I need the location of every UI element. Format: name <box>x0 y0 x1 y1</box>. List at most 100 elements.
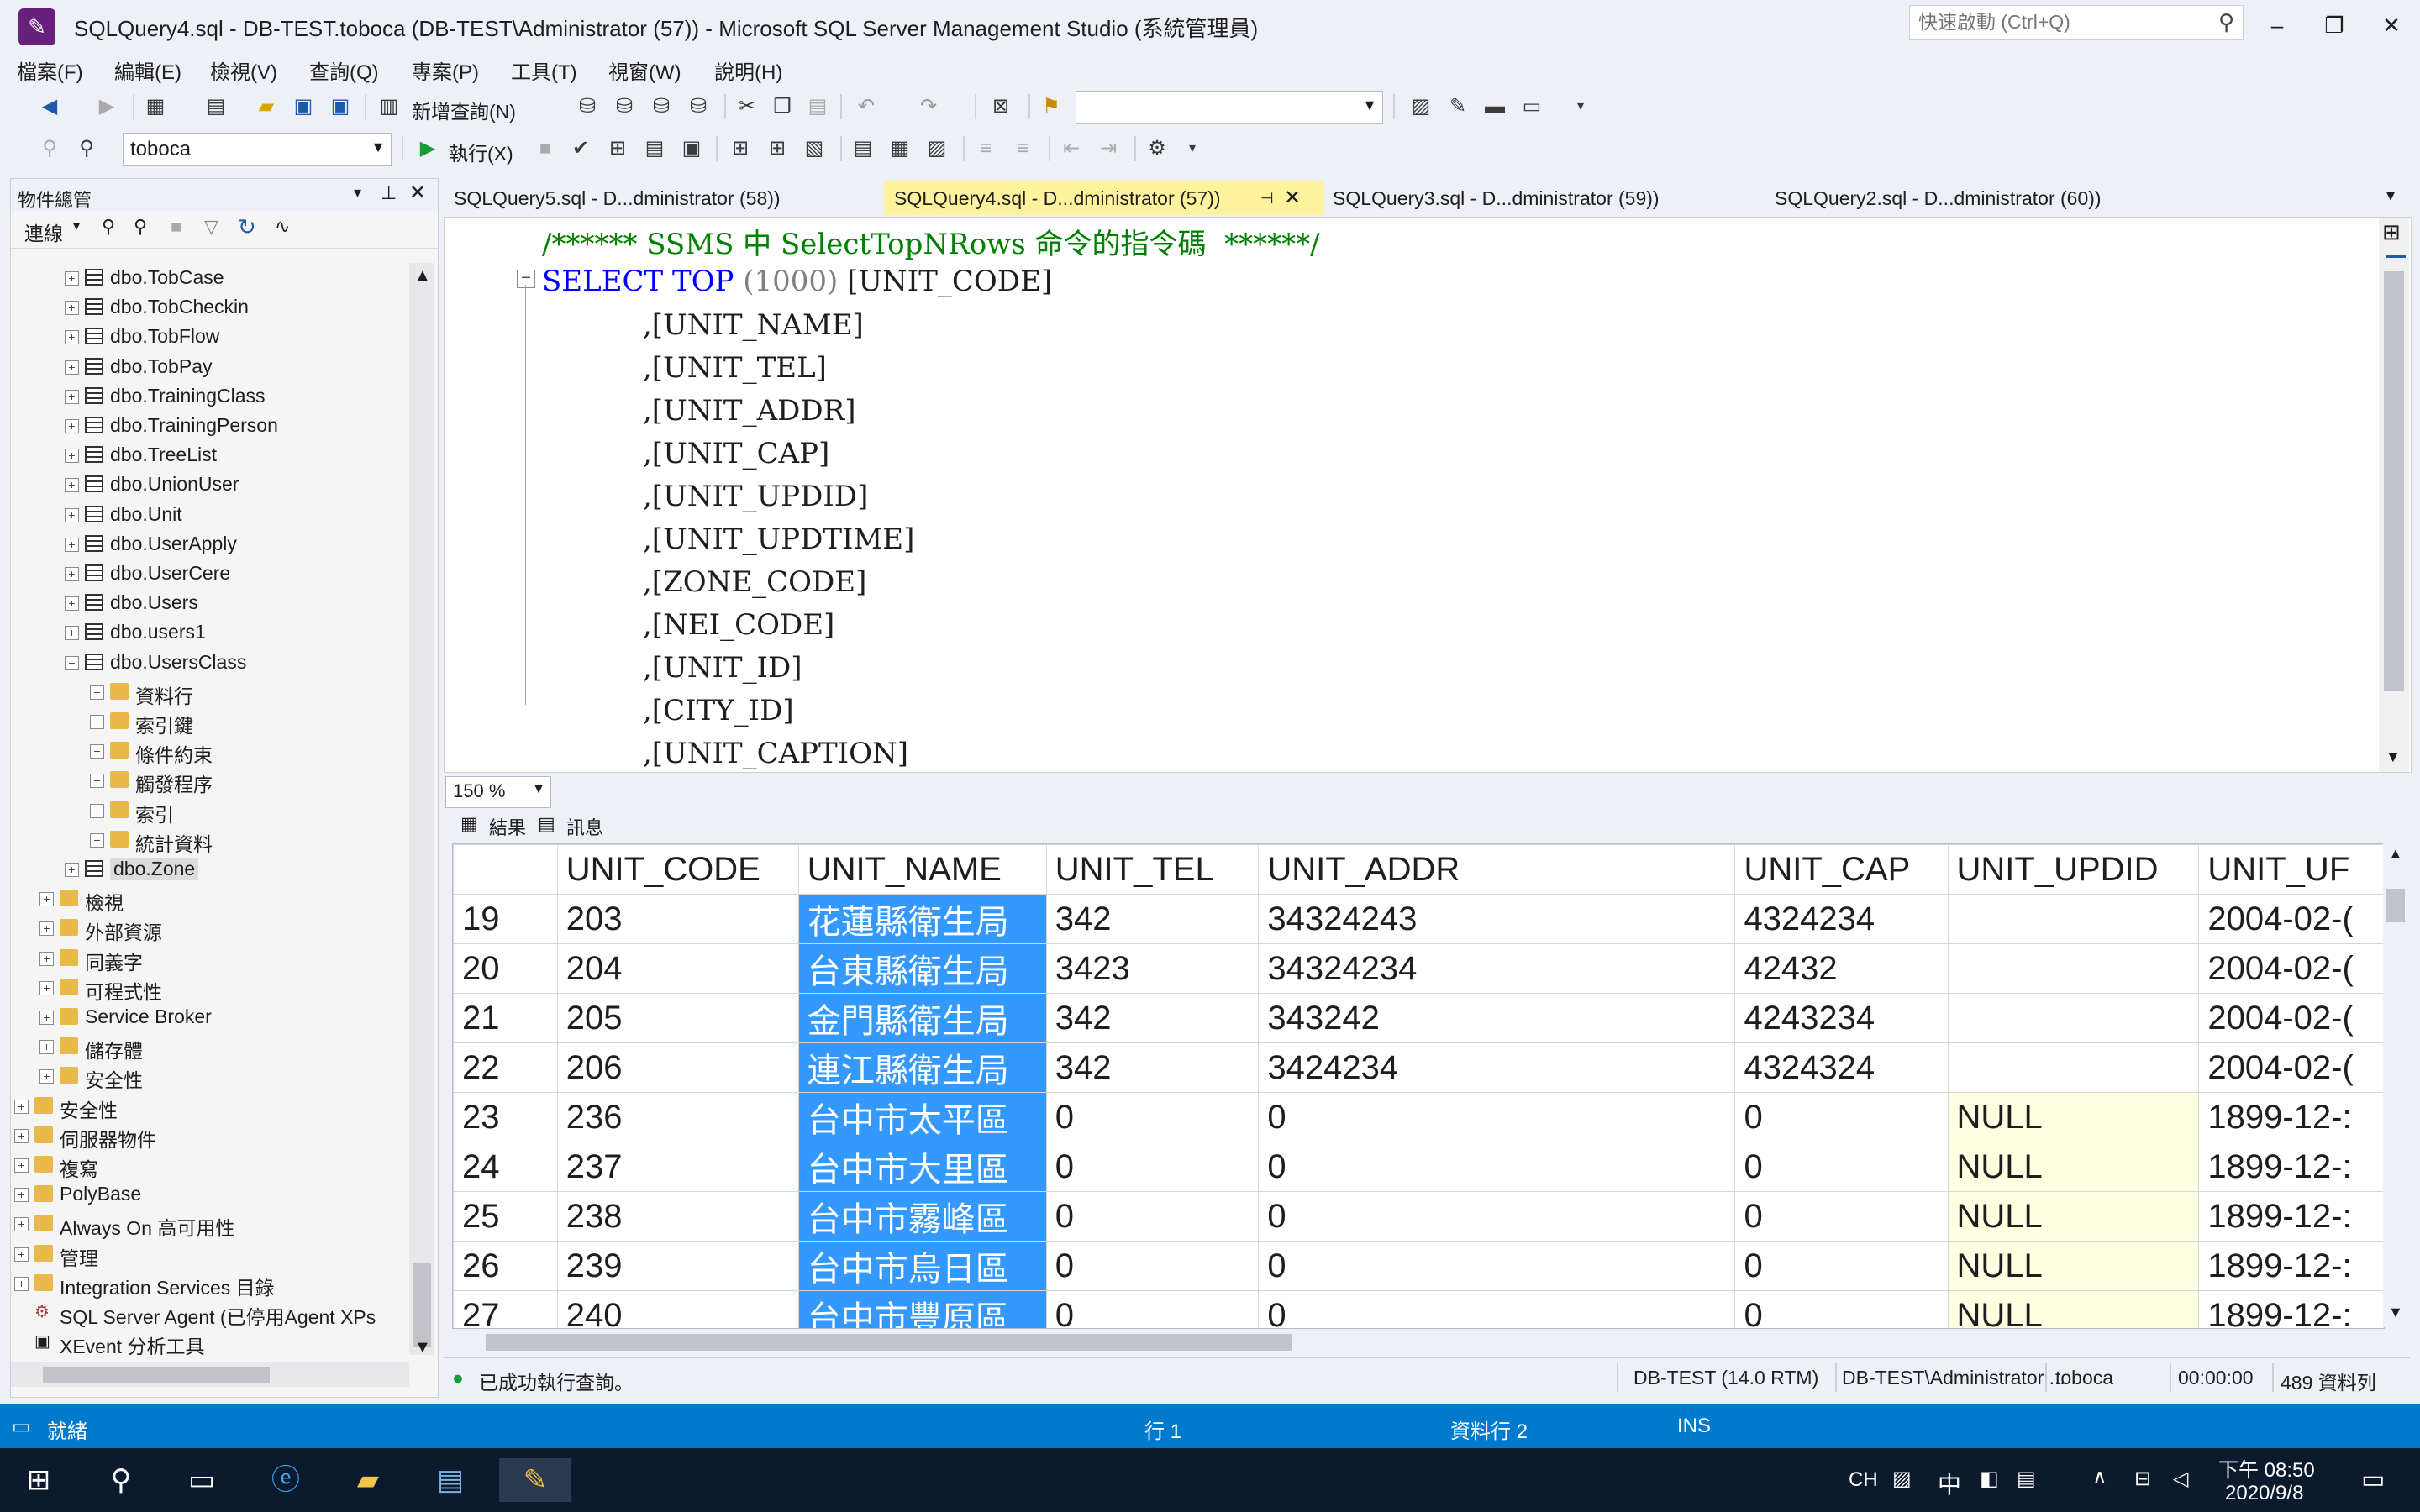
column-header[interactable]: UNIT_UF <box>2198 844 2384 895</box>
table-cell[interactable]: 342 <box>1045 1042 1260 1093</box>
table-cell[interactable]: 204 <box>556 943 799 994</box>
row-number[interactable]: 23 <box>453 1092 558 1142</box>
table-cell[interactable]: 0 <box>1258 1191 1736 1242</box>
input-language[interactable]: CH <box>1849 1468 1878 1492</box>
client-statistics-icon[interactable]: ▧ <box>802 136 827 161</box>
table-cell[interactable]: 3423 <box>1045 943 1260 994</box>
expand-icon[interactable]: + <box>65 567 79 581</box>
start-icon[interactable]: ⊞ <box>17 1458 60 1502</box>
table-cell[interactable]: 1899-12-: <box>2198 1241 2384 1291</box>
tree-item[interactable]: + 安全性 <box>11 1061 408 1091</box>
tab-results[interactable]: 結果 <box>489 813 526 840</box>
table-cell[interactable]: 34324243 <box>1258 894 1736 944</box>
task-view-icon[interactable]: ▭ <box>180 1458 224 1502</box>
table-cell[interactable]: 236 <box>556 1092 799 1142</box>
tree-item[interactable]: + 儲存體 <box>11 1032 408 1062</box>
save-all-icon[interactable]: ▣ <box>328 94 353 119</box>
notification-icon[interactable]: ▭ <box>2361 1465 2385 1494</box>
table-cell[interactable]: 42432 <box>1734 943 1949 994</box>
editor-vscroll-thumb[interactable] <box>2384 271 2404 691</box>
expand-icon[interactable]: + <box>65 626 79 641</box>
tree-item[interactable]: + dbo.TobFlow <box>11 322 408 351</box>
table-cell[interactable] <box>1947 943 2200 994</box>
table-cell[interactable]: 0 <box>1734 1191 1949 1242</box>
scroll-up-icon[interactable]: ▲ <box>2388 845 2403 863</box>
tree-item[interactable]: + Service Broker <box>11 1002 408 1032</box>
pin-icon[interactable]: ⊥ <box>381 182 397 204</box>
minimize-button[interactable]: ‒ <box>2254 7 2301 44</box>
results-to-text-icon[interactable]: ▤ <box>850 136 876 161</box>
find-combo[interactable]: ▼ <box>1076 91 1383 124</box>
table-cell[interactable]: 34324234 <box>1258 943 1736 994</box>
copy-icon[interactable]: ❐ <box>770 94 795 119</box>
tab-sqlquery2[interactable]: SQLQuery2.sql - D...dministrator (60)) <box>1765 181 2112 215</box>
tree-item[interactable]: + dbo.Users <box>11 588 408 617</box>
close-window-button[interactable]: ✕ <box>2368 7 2415 44</box>
tree-item[interactable]: + dbo.TobCase <box>11 263 408 292</box>
table-cell[interactable]: 4324324 <box>1734 1042 1949 1093</box>
expand-icon[interactable]: + <box>65 301 79 316</box>
table-cell[interactable]: 0 <box>1045 1241 1260 1291</box>
scroll-up-icon[interactable]: ▲ <box>414 266 431 286</box>
row-number[interactable]: 20 <box>453 943 558 994</box>
tree-item[interactable]: + 同義字 <box>11 943 408 974</box>
network-icon[interactable]: ⊟ <box>2134 1467 2151 1491</box>
tree-item[interactable]: ▣ XEvent 分析工具 <box>11 1327 408 1355</box>
table-cell[interactable]: 0 <box>1258 1241 1736 1291</box>
collapse-region-icon[interactable]: − <box>517 270 535 288</box>
column-header[interactable]: UNIT_TEL <box>1045 844 1260 895</box>
expand-icon[interactable]: + <box>65 449 79 464</box>
menu-window[interactable]: 視窗(W) <box>608 55 681 85</box>
toolbox-icon[interactable]: ▬ <box>1482 94 1507 119</box>
tree-item[interactable]: + dbo.TreeList <box>11 440 408 470</box>
new-project-icon[interactable]: ▦ <box>143 94 168 119</box>
menu-tools[interactable]: 工具(T) <box>511 55 577 85</box>
expand-icon[interactable]: + <box>39 1069 54 1084</box>
table-row[interactable]: 27 240 台中市豐原區 0 0 0 NULL 1899-12-: <box>453 1290 2384 1328</box>
table-cell[interactable]: 240 <box>556 1290 799 1328</box>
menu-file[interactable]: 檔案(F) <box>17 55 83 85</box>
table-cell[interactable] <box>1947 894 2200 944</box>
live-query-stats-icon[interactable]: ⊞ <box>765 136 790 161</box>
table-cell[interactable]: 238 <box>556 1191 799 1242</box>
restore-button[interactable]: ❐ <box>2311 7 2358 44</box>
clock-time[interactable]: 下午 08:50 <box>2218 1453 2315 1483</box>
column-header[interactable]: UNIT_ADDR <box>1258 844 1736 895</box>
table-row[interactable]: 20 204 台東縣衛生局 3423 34324234 42432 2004-02-( <box>453 943 2384 994</box>
redo-icon[interactable]: ↷ <box>916 94 941 119</box>
cut-icon[interactable]: ✂ <box>734 94 760 119</box>
column-header[interactable]: UNIT_CODE <box>556 844 799 895</box>
disconnect-icon[interactable]: ⚲ <box>134 216 147 238</box>
execute-button[interactable]: 執行(X) <box>449 138 513 166</box>
table-cell-selected[interactable]: 金門縣衛生局 <box>797 993 1047 1043</box>
row-number[interactable]: 25 <box>453 1191 558 1242</box>
change-connection-icon[interactable]: ⚲ <box>74 136 99 161</box>
ime-shape-icon[interactable]: ◧ <box>1980 1467 1999 1491</box>
tree-item[interactable]: + dbo.users1 <box>11 617 408 647</box>
table-cell[interactable]: 342 <box>1045 894 1260 944</box>
expand-icon[interactable]: + <box>65 537 79 552</box>
tree-item[interactable]: + 管理 <box>11 1239 408 1269</box>
expand-icon[interactable]: + <box>14 1128 29 1143</box>
table-row[interactable]: 25 238 台中市霧峰區 0 0 0 NULL 1899-12-: <box>453 1191 2384 1242</box>
table-cell-selected[interactable]: 台中市豐原區 <box>797 1290 1047 1328</box>
table-row[interactable]: 26 239 台中市烏日區 0 0 0 NULL 1899-12-: <box>453 1241 2384 1291</box>
table-cell-null[interactable]: NULL <box>1947 1290 2200 1328</box>
parse-icon[interactable]: ✔ <box>568 136 593 161</box>
row-number[interactable]: 27 <box>453 1290 558 1328</box>
expand-icon[interactable]: + <box>65 863 79 877</box>
connect-icon[interactable]: ⚲ <box>102 216 115 238</box>
expand-icon[interactable]: + <box>39 892 54 907</box>
table-cell[interactable]: 0 <box>1258 1142 1736 1192</box>
stop-icon[interactable]: ■ <box>171 216 182 238</box>
query-options-icon[interactable]: ▤ <box>642 136 667 161</box>
expand-icon[interactable]: + <box>65 389 79 404</box>
row-number[interactable]: 22 <box>453 1042 558 1093</box>
column-header[interactable]: UNIT_UPDID <box>1947 844 2200 895</box>
collapse-icon[interactable]: − <box>65 655 79 670</box>
table-cell-null[interactable]: NULL <box>1947 1191 2200 1242</box>
table-cell-selected[interactable]: 花蓮縣衛生局 <box>797 894 1047 944</box>
search-icon[interactable]: ⚲ <box>2218 9 2234 35</box>
table-cell[interactable]: 0 <box>1258 1092 1736 1142</box>
specify-values-icon[interactable]: ⚙ <box>1144 136 1170 161</box>
